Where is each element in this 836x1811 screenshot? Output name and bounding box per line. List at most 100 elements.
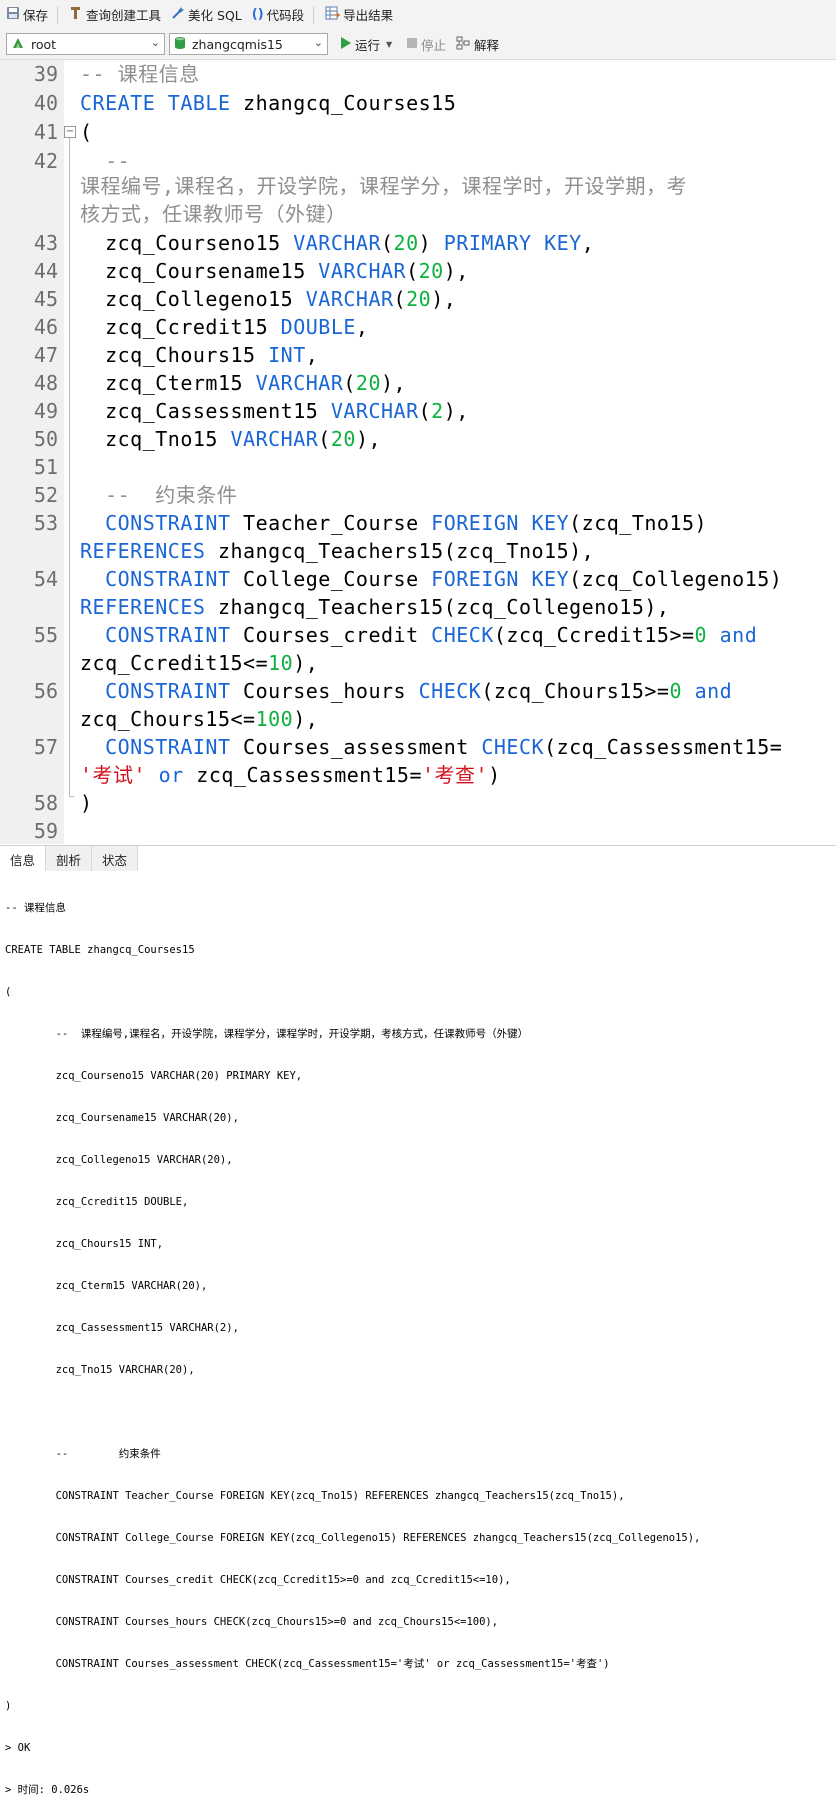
line-number: 51 <box>33 455 58 479</box>
stop-icon <box>406 37 418 52</box>
code-line: zcq_Coursename15 VARCHAR(20), <box>80 259 469 283</box>
code-line: zcq_Ccredit15<=10), <box>80 651 319 675</box>
output-line: ( <box>5 986 12 998</box>
magic-wand-icon <box>171 6 185 23</box>
connection-toolbar: root ⌄ zhangcqmis15 ⌄ 运行 ▼ 停止 解释 <box>0 29 836 60</box>
sql-number: 20 <box>418 259 444 283</box>
code-line: -- 课程信息 <box>80 62 200 86</box>
code-line: REFERENCES zhangcq_Teachers15(zcq_Tno15)… <box>80 537 594 565</box>
output-line: zcq_Cterm15 VARCHAR(20), <box>5 1280 208 1292</box>
line-number: 59 <box>33 819 58 843</box>
export-results-label: 导出结果 <box>343 8 394 23</box>
sql-keyword: VARCHAR <box>305 287 394 311</box>
sql-editor[interactable]: 39 40 41 42 43 44 45 46 47 48 49 50 51 5… <box>0 60 836 844</box>
sql-keyword: CONSTRAINT <box>105 511 231 535</box>
sql-keyword: CONSTRAINT <box>105 679 231 703</box>
output-line: CREATE TABLE zhangcq_Courses15 <box>5 944 195 956</box>
sql-number: 0 <box>669 679 683 703</box>
connection-icon <box>11 36 25 53</box>
result-tabs: 信息 剖析 状态 <box>0 845 836 871</box>
query-builder-button[interactable]: 查询创建工具 <box>65 3 165 27</box>
output-line: zcq_Collegeno15 VARCHAR(20), <box>5 1154 233 1166</box>
code-line: CONSTRAINT Teacher_Course FOREIGN KEY(zc… <box>80 509 707 537</box>
line-number: 48 <box>33 371 58 395</box>
output-line: CONSTRAINT College_Course FOREIGN KEY(zc… <box>5 1532 701 1544</box>
toolbar-divider <box>57 5 59 24</box>
sql-number: 20 <box>406 287 432 311</box>
sql-text: (zcq_Chours15>= <box>481 679 670 703</box>
code-line: zcq_Cterm15 VARCHAR(20), <box>80 371 407 395</box>
stop-label: 停止 <box>421 37 447 53</box>
line-number: 44 <box>33 259 58 283</box>
database-select[interactable]: zhangcqmis15 ⌄ <box>169 33 328 55</box>
chevron-down-icon: ⌄ <box>313 36 323 49</box>
output-line: > 时间: 0.026s <box>5 1784 90 1796</box>
sql-keyword: REFERENCES <box>80 595 206 619</box>
sql-keyword: FOREIGN KEY <box>431 511 570 535</box>
explain-label: 解释 <box>474 37 500 53</box>
output-line: zcq_Ccredit15 DOUBLE, <box>5 1196 189 1208</box>
connection-value: root <box>31 36 57 52</box>
sql-keyword: CONSTRAINT <box>105 567 231 591</box>
database-value: zhangcqmis15 <box>192 36 283 52</box>
code-line: CREATE TABLE zhangcq_Courses15 <box>80 89 456 117</box>
line-number: 53 <box>33 511 58 535</box>
line-number: 39 <box>33 62 58 86</box>
sql-keyword: INT <box>268 343 306 367</box>
line-number: 52 <box>33 483 58 507</box>
sql-keyword: VARCHAR <box>293 231 381 255</box>
stop-button[interactable]: 停止 <box>402 32 450 56</box>
sql-text: College_Course <box>230 567 432 591</box>
beautify-sql-label: 美化 SQL <box>188 8 242 23</box>
connection-select[interactable]: root ⌄ <box>6 33 165 55</box>
run-button[interactable]: 运行 ▼ <box>336 32 396 56</box>
sql-keyword: VARCHAR <box>230 427 319 451</box>
fold-range-end <box>69 796 74 797</box>
save-button[interactable]: 保存 <box>2 3 52 27</box>
output-line: CONSTRAINT Courses_hours CHECK(zcq_Chour… <box>5 1616 499 1628</box>
sql-text: zcq_Courseno15 <box>80 231 294 255</box>
code-line: 课程编号,课程名，开设学院，课程学分，课程学时，开设学期，考 <box>80 174 688 198</box>
sql-keyword: FOREIGN KEY <box>431 567 570 591</box>
line-number: 56 <box>33 679 58 703</box>
sql-text: zhangcq_Teachers15(zcq_Tno15), <box>205 539 595 563</box>
tab-status[interactable]: 状态 <box>92 846 139 871</box>
output-line: -- 课程信息 <box>5 902 66 914</box>
fold-toggle-icon[interactable]: − <box>64 126 76 138</box>
code-line: CONSTRAINT Courses_hours CHECK(zcq_Chour… <box>80 677 732 705</box>
code-line: CONSTRAINT Courses_credit CHECK(zcq_Ccre… <box>80 621 757 649</box>
sql-keyword: CHECK <box>481 735 545 759</box>
output-line: zcq_Chours15 INT, <box>5 1238 164 1250</box>
code-line: ) <box>80 791 93 815</box>
fold-range-line <box>69 138 70 796</box>
code-line: zcq_Tno15 VARCHAR(20), <box>80 427 382 451</box>
line-number: 42 <box>33 149 58 173</box>
sql-number: 0 <box>694 623 708 647</box>
sql-keyword: CONSTRAINT <box>105 735 231 759</box>
explain-icon <box>456 36 471 53</box>
code-line: CONSTRAINT College_Course FOREIGN KEY(zc… <box>80 565 782 593</box>
code-line: zcq_Chours15 INT, <box>80 343 319 367</box>
line-number: 40 <box>33 91 58 115</box>
tab-profile[interactable]: 剖析 <box>46 846 93 871</box>
dropdown-arrow-icon[interactable]: ▼ <box>386 40 392 49</box>
sql-text: zcq_Chours15<= <box>80 707 256 731</box>
code-snippet-button[interactable]: () 代码段 <box>248 3 308 27</box>
line-number: 41 <box>33 120 58 144</box>
sql-text: zcq_Tno15 <box>80 427 231 451</box>
line-number: 54 <box>33 567 58 591</box>
main-toolbar: 保存 查询创建工具 美化 SQL () 代码段 导出结果 <box>0 0 836 29</box>
sql-text: zhangcq_Teachers15(zcq_Collegeno15), <box>205 595 670 619</box>
tab-info[interactable]: 信息 <box>0 846 47 871</box>
export-results-button[interactable]: 导出结果 <box>321 3 397 27</box>
sql-string: '考试' <box>80 763 147 787</box>
sql-keyword: CHECK <box>431 623 494 647</box>
explain-button[interactable]: 解释 <box>452 32 503 56</box>
sql-text: zcq_Cassessment15 <box>80 399 331 423</box>
database-icon <box>174 36 186 53</box>
sql-keyword: or <box>158 763 184 787</box>
line-number: 46 <box>33 315 58 339</box>
sql-text: (zcq_Collegeno15) <box>569 567 783 591</box>
beautify-sql-button[interactable]: 美化 SQL <box>167 3 246 27</box>
